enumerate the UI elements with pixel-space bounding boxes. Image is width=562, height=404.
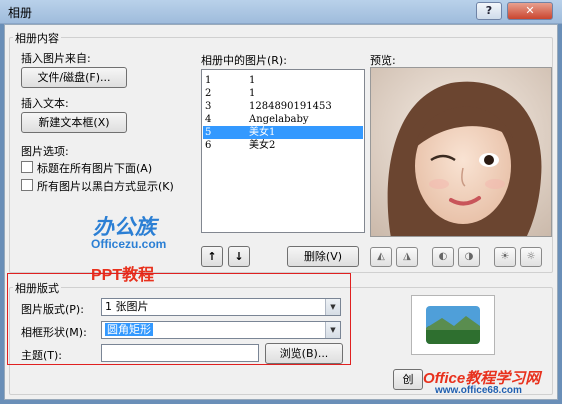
office68-url: www.office68.com [435, 385, 522, 396]
preview-image [370, 67, 552, 237]
help-button[interactable]: ? [476, 2, 502, 20]
create-button-partial[interactable]: 创 [393, 369, 423, 390]
caption-below-label: 标题在所有图片下面(A) [37, 162, 153, 175]
black-white-checkbox[interactable] [21, 179, 33, 191]
move-down-button[interactable]: ↓ [228, 246, 250, 267]
list-item-number: 2 [205, 88, 212, 99]
file-disk-button[interactable]: 文件/磁盘(F)... [21, 67, 127, 88]
pictures-listbox[interactable]: 1 1 2 1 3 1284890191453 4 Angelababy 5 美女1 6 美女2 [201, 69, 365, 233]
caption-below-checkbox[interactable] [21, 161, 33, 173]
dialog-body: 相册内容 插入图片来自: 文件/磁盘(F)... 插入文本: 新建文本框(X) … [4, 24, 558, 400]
highlight-box [7, 273, 351, 365]
list-item-number: 1 [205, 75, 212, 86]
list-item-number: 3 [205, 101, 212, 112]
list-item-name: 1 [249, 75, 256, 86]
close-button[interactable]: ✕ [507, 2, 553, 20]
list-item-name: 1284890191453 [249, 101, 332, 112]
list-item-name: 美女2 [249, 140, 276, 151]
contrast-down-icon[interactable]: ◑ [458, 247, 480, 267]
list-item-name: Angelababy [249, 114, 309, 125]
move-up-button[interactable]: ↑ [201, 246, 223, 267]
preview-label: 预览: [370, 54, 396, 67]
rotate-left-icon[interactable]: ◭ [370, 247, 392, 267]
insert-text-label: 插入文本: [21, 97, 69, 110]
list-item-name: 美女1 [249, 127, 276, 138]
list-item-number: 4 [205, 114, 212, 125]
landscape-thumbnail [426, 306, 480, 344]
delete-button[interactable]: 删除(V) [287, 246, 359, 267]
list-item-number: 6 [205, 140, 212, 151]
contrast-up-icon[interactable]: ◐ [432, 247, 454, 267]
officezu-url: Officezu.com [91, 237, 167, 251]
new-textbox-button[interactable]: 新建文本框(X) [21, 112, 127, 133]
album-content-label: 相册内容 [13, 30, 61, 46]
brightness-down-icon[interactable]: ☼ [520, 247, 542, 267]
rotate-right-icon[interactable]: ◮ [396, 247, 418, 267]
brightness-up-icon[interactable]: ☀ [494, 247, 516, 267]
list-item[interactable]: 4 Angelababy [203, 113, 363, 126]
list-item[interactable]: 5 美女1 [203, 126, 363, 139]
pictures-list-label: 相册中的图片(R): [201, 54, 287, 67]
title-bar: 相册 ? ✕ [0, 0, 562, 24]
portrait-photo [371, 68, 551, 236]
black-white-label: 所有图片以黑白方式显示(K) [37, 180, 174, 193]
picture-options-label: 图片选项: [21, 145, 69, 158]
list-item[interactable]: 11 [203, 74, 363, 87]
window-title: 相册 [8, 6, 33, 20]
list-item[interactable]: 6 美女2 [203, 139, 363, 152]
list-item[interactable]: 3 1284890191453 [203, 100, 363, 113]
list-item-number: 5 [205, 127, 212, 138]
layout-preview [411, 295, 495, 355]
insert-from-label: 插入图片来自: [21, 52, 91, 65]
list-item-name: 1 [249, 88, 256, 99]
list-item[interactable]: 21 [203, 87, 363, 100]
